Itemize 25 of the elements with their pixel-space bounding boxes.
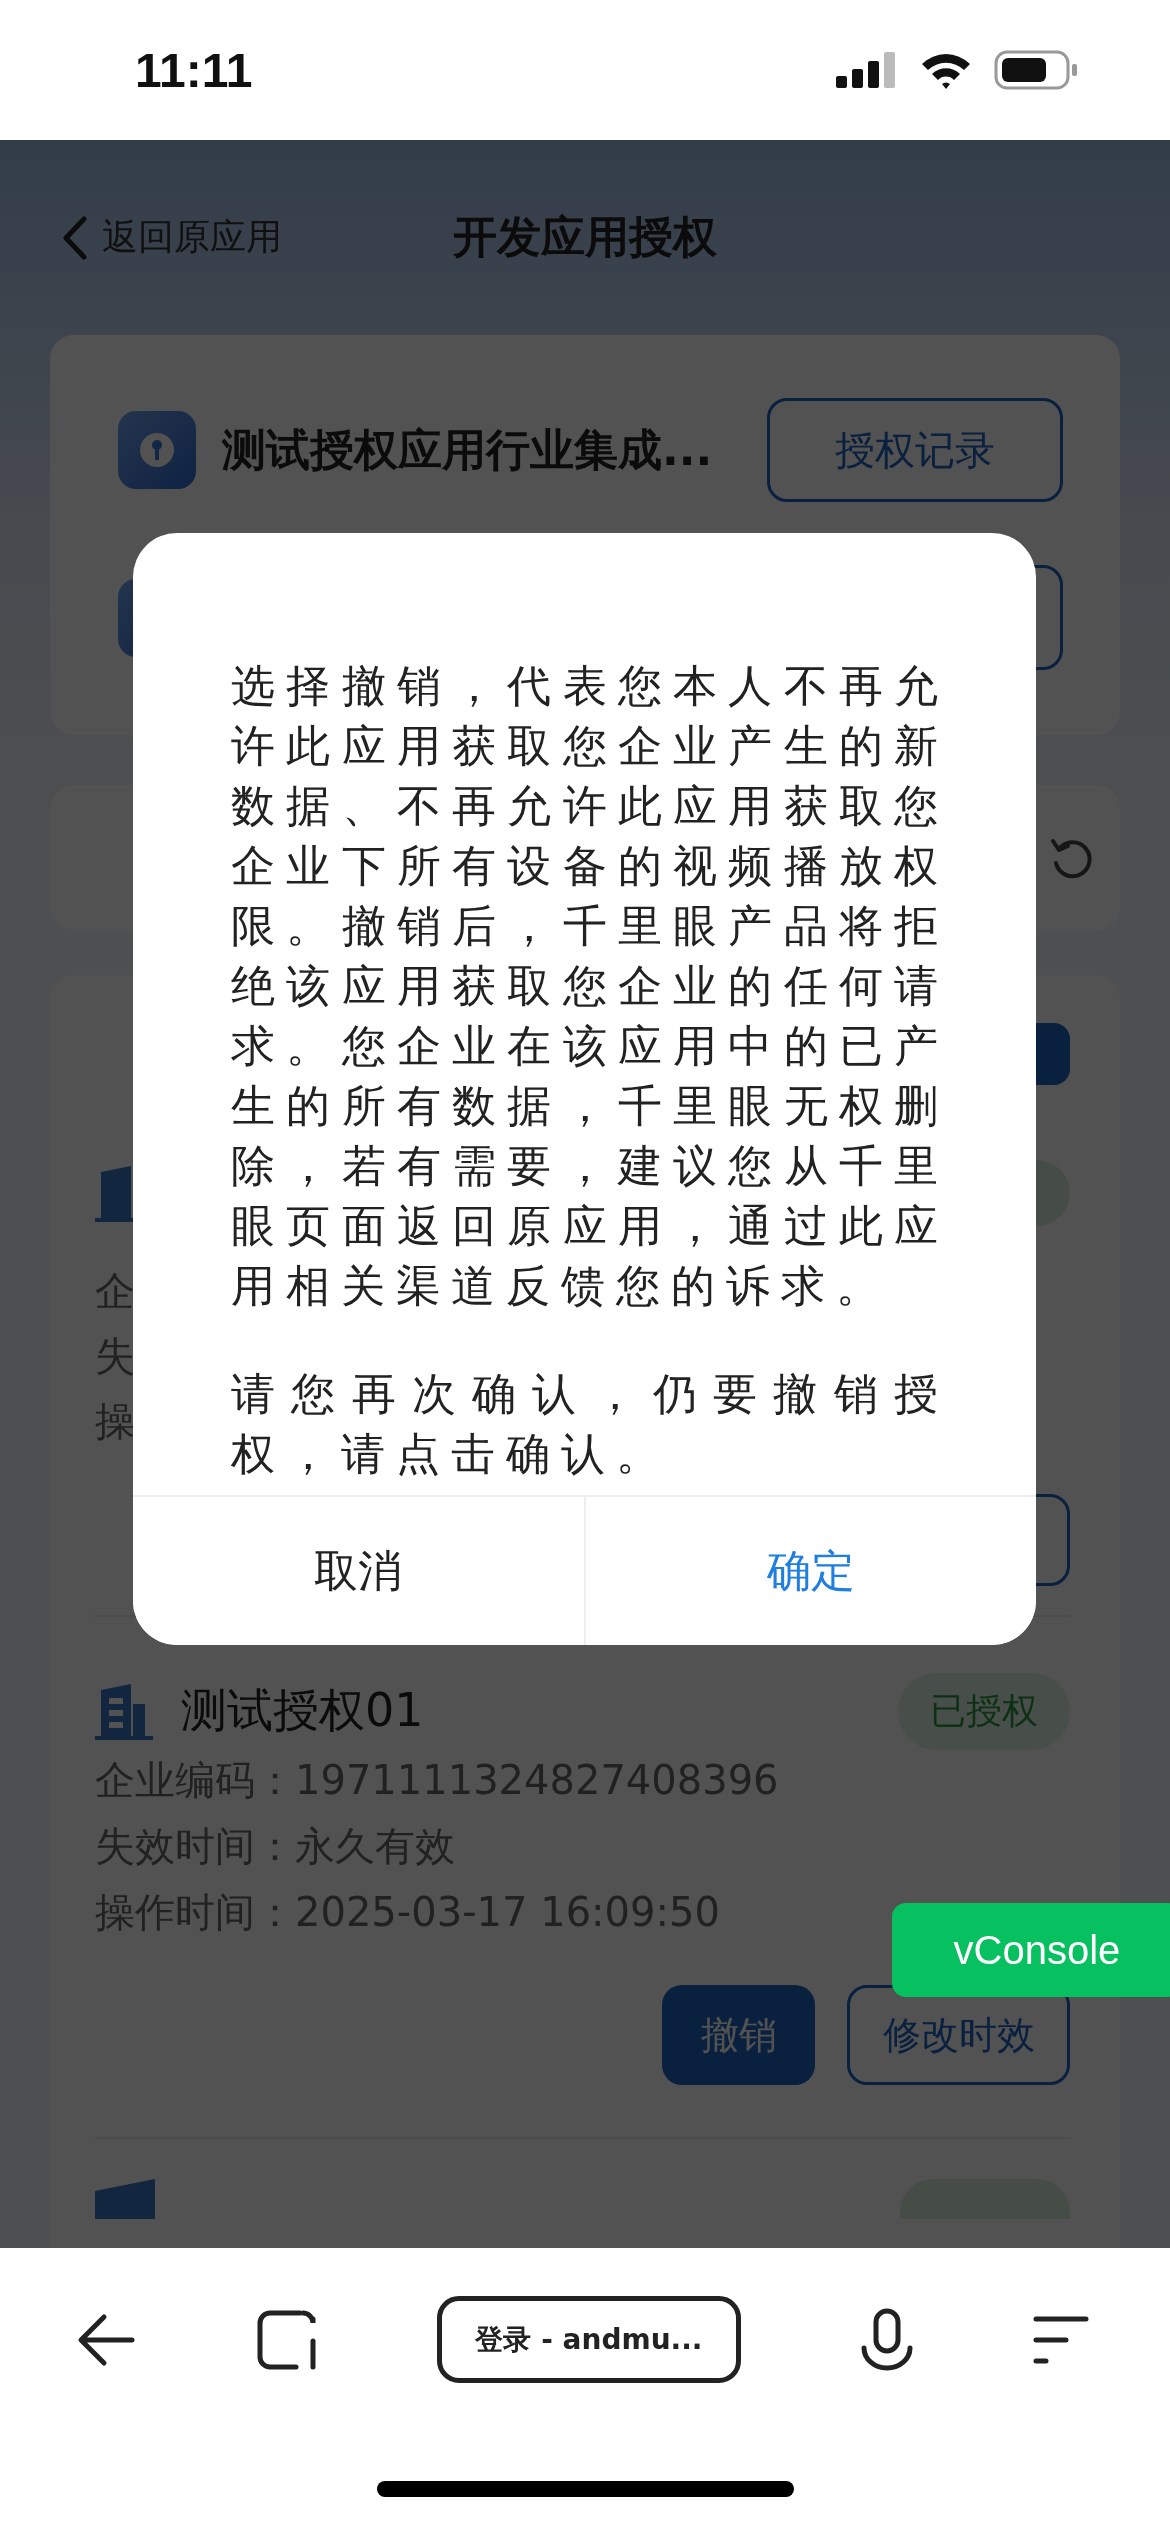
back-link[interactable]: 返回原应用	[62, 213, 282, 262]
status-tag: 已授权	[898, 1672, 1070, 1750]
page-title: 开发应用授权	[453, 210, 717, 264]
wifi-icon	[920, 51, 972, 89]
app-name: 测试授权应用行业集成...	[222, 422, 714, 477]
vconsole-button[interactable]: vConsole	[892, 1903, 1170, 1997]
records-button[interactable]: 授权记录	[767, 398, 1063, 502]
chevron-left-icon	[62, 215, 88, 260]
tabs-icon[interactable]	[255, 2308, 318, 2371]
dialog-text: 请您再次确认，仍要撤销授权，请点击确认。	[231, 1367, 949, 1481]
lock-icon	[118, 411, 196, 489]
back-arrow-icon[interactable]	[76, 2312, 136, 2367]
battery-icon	[994, 50, 1078, 90]
address-bar[interactable]: 登录 - andmu...	[437, 2296, 741, 2383]
edit-button[interactable]: 修改时效	[847, 1985, 1070, 2085]
building-icon	[95, 1682, 153, 1740]
menu-icon[interactable]	[1032, 2314, 1090, 2365]
dialog-text: 选择撤销，代表您本人不再允许此应用获取您企业产生的新数据、不再允许此应用获取您企业下所有设备的视频播放权限。撤销后，千里眼产品将拒绝该应用获取您企业的任何请求。您企业在该应用中的已产生的所有数据，千里眼无权删除，若有需要，建议您从千里眼页面返回原应用，通过此应用相关渠道反馈您的诉求。	[231, 659, 949, 1313]
microphone-icon[interactable]	[860, 2307, 913, 2372]
building-icon	[95, 2179, 155, 2219]
confirm-button[interactable]: 确定	[583, 1497, 1036, 1645]
company-name: 测试授权01	[181, 1682, 424, 1739]
revoke-button[interactable]: 撤销	[662, 1985, 815, 2085]
status-time: 11:11	[135, 42, 253, 98]
signal-icon	[836, 52, 898, 88]
